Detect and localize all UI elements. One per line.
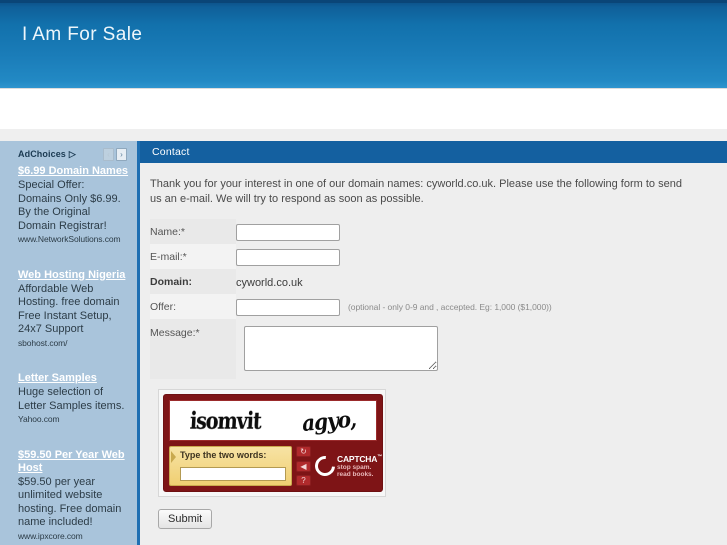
captcha-arrow-icon xyxy=(171,451,176,463)
recaptcha-logo-title: CAPTCHA™ xyxy=(337,453,382,464)
captcha-input[interactable] xyxy=(180,466,286,481)
name-field-cell xyxy=(236,219,710,244)
name-label: Name:* xyxy=(150,219,236,244)
page-body: AdChoices ▷ ‹ › $6.99 Domain Names Specia… xyxy=(0,141,727,545)
audio-icon[interactable]: ◀ xyxy=(296,460,311,472)
recaptcha-logo: CAPTCHA™ stop spam. read books. xyxy=(310,446,382,486)
name-input[interactable] xyxy=(236,223,340,241)
ad-divider xyxy=(0,434,137,447)
adchoices-label[interactable]: AdChoices ▷ xyxy=(18,149,76,160)
form-row-domain: Domain: cyworld.co.uk xyxy=(150,269,710,294)
captcha-word-one: isomvit xyxy=(189,406,262,435)
form-table: Name:* E-mail:* Domain: cyworld.co.uk Of… xyxy=(150,219,710,379)
captcha-challenge-image: isomvit agyo, xyxy=(169,400,377,441)
ad-url[interactable]: Yahoo.com xyxy=(18,413,129,425)
adchoices-text: AdChoices xyxy=(18,148,66,159)
contact-panel-header: Contact xyxy=(140,141,727,163)
domain-label: Domain: xyxy=(150,269,236,294)
captcha-icon-column: ↻ ◀ ? xyxy=(296,446,311,486)
adchoices-bar: AdChoices ▷ ‹ › xyxy=(0,141,137,163)
ad-item: Letter Samples Huge selection of Letter … xyxy=(0,370,137,425)
form-row-email: E-mail:* xyxy=(150,244,710,269)
submit-button[interactable]: Submit xyxy=(158,509,213,529)
ad-description: Huge selection of Letter Samples items. xyxy=(18,386,125,412)
ad-next-button[interactable]: › xyxy=(116,147,127,161)
intro-paragraph: Thank you for your interest in one of ou… xyxy=(150,178,682,205)
message-field-cell xyxy=(236,319,710,379)
content-top-spacer xyxy=(0,129,727,141)
recaptcha-tagline-2: read books. xyxy=(337,471,374,479)
domain-value: cyworld.co.uk xyxy=(236,276,303,289)
adchoices-triangle-icon: ▷ xyxy=(68,148,76,159)
recaptcha-logo-name: CAPTCHA xyxy=(337,453,378,464)
captcha-word-two: agyo, xyxy=(300,405,357,436)
ads-sidebar: AdChoices ▷ ‹ › $6.99 Domain Names Specia… xyxy=(0,141,140,545)
recaptcha-widget: isomvit agyo, Type the two words: ↻ ◀ ? xyxy=(158,389,386,497)
trademark-icon: ™ xyxy=(377,454,382,461)
captcha-input-area: Type the two words: xyxy=(169,446,292,486)
ad-description: Affordable Web Hosting. free domain Free… xyxy=(18,282,120,336)
captcha-prompt-label: Type the two words: xyxy=(180,450,267,460)
captcha-controls: Type the two words: ↻ ◀ ? CAPTCHA™ stop … xyxy=(169,446,382,486)
recaptcha-logo-text: CAPTCHA™ stop spam. read books. xyxy=(337,453,382,479)
ad-title-link[interactable]: $59.50 Per Year Web Host xyxy=(18,449,129,475)
form-row-message: Message:* xyxy=(150,319,710,379)
ad-divider xyxy=(0,254,137,267)
refresh-icon[interactable]: ↻ xyxy=(296,446,311,457)
offer-label: Offer: xyxy=(150,294,236,319)
ad-item: Web Hosting Nigeria Affordable Web Hosti… xyxy=(0,267,137,349)
header-top-rule xyxy=(0,0,727,3)
email-input[interactable] xyxy=(236,248,340,266)
recaptcha-c-icon xyxy=(310,451,340,481)
ad-title-link[interactable]: Web Hosting Nigeria xyxy=(18,269,129,282)
ad-title-link[interactable]: $6.99 Domain Names xyxy=(18,165,129,178)
domain-value-cell: cyworld.co.uk xyxy=(236,269,710,294)
ad-description: $59.50 per year unlimited website hostin… xyxy=(18,475,122,529)
header-white-band xyxy=(0,88,727,129)
offer-hint: (optional - only 0-9 and , accepted. Eg:… xyxy=(348,302,552,313)
ad-divider xyxy=(0,357,137,370)
offer-field-cell: (optional - only 0-9 and , accepted. Eg:… xyxy=(236,294,710,319)
recaptcha-tagline-1: stop spam. xyxy=(337,463,372,471)
ad-item: $59.50 Per Year Web Host $59.50 per year… xyxy=(0,447,137,542)
ad-prev-button[interactable]: ‹ xyxy=(103,147,114,161)
site-header: I Am For Sale xyxy=(0,0,727,88)
message-label: Message:* xyxy=(150,319,236,379)
email-field-cell xyxy=(236,244,710,269)
ad-url[interactable]: sbohost.com/ xyxy=(18,337,129,349)
recaptcha-frame: isomvit agyo, Type the two words: ↻ ◀ ? xyxy=(163,394,383,492)
ad-item: $6.99 Domain Names Special Offer: Domain… xyxy=(0,163,137,245)
offer-input[interactable] xyxy=(236,298,340,316)
form-row-offer: Offer: (optional - only 0-9 and , accept… xyxy=(150,294,710,319)
main-content: Contact Thank you for your interest in o… xyxy=(140,141,727,545)
form-row-name: Name:* xyxy=(150,219,710,244)
ad-url[interactable]: www.NetworkSolutions.com xyxy=(18,233,129,245)
page-title: I Am For Sale xyxy=(22,24,143,45)
ad-description: Special Offer: Domains Only $6.99. By th… xyxy=(18,179,121,232)
help-icon[interactable]: ? xyxy=(296,475,311,486)
ad-url[interactable]: www.ipxcore.com xyxy=(18,530,129,542)
message-textarea[interactable] xyxy=(244,326,438,371)
contact-panel-title: Contact xyxy=(152,146,190,158)
ad-title-link[interactable]: Letter Samples xyxy=(18,372,129,385)
ad-carousel-nav: ‹ › xyxy=(103,147,131,161)
email-label: E-mail:* xyxy=(150,244,236,269)
contact-form: Name:* E-mail:* Domain: cyworld.co.uk Of… xyxy=(140,213,727,529)
